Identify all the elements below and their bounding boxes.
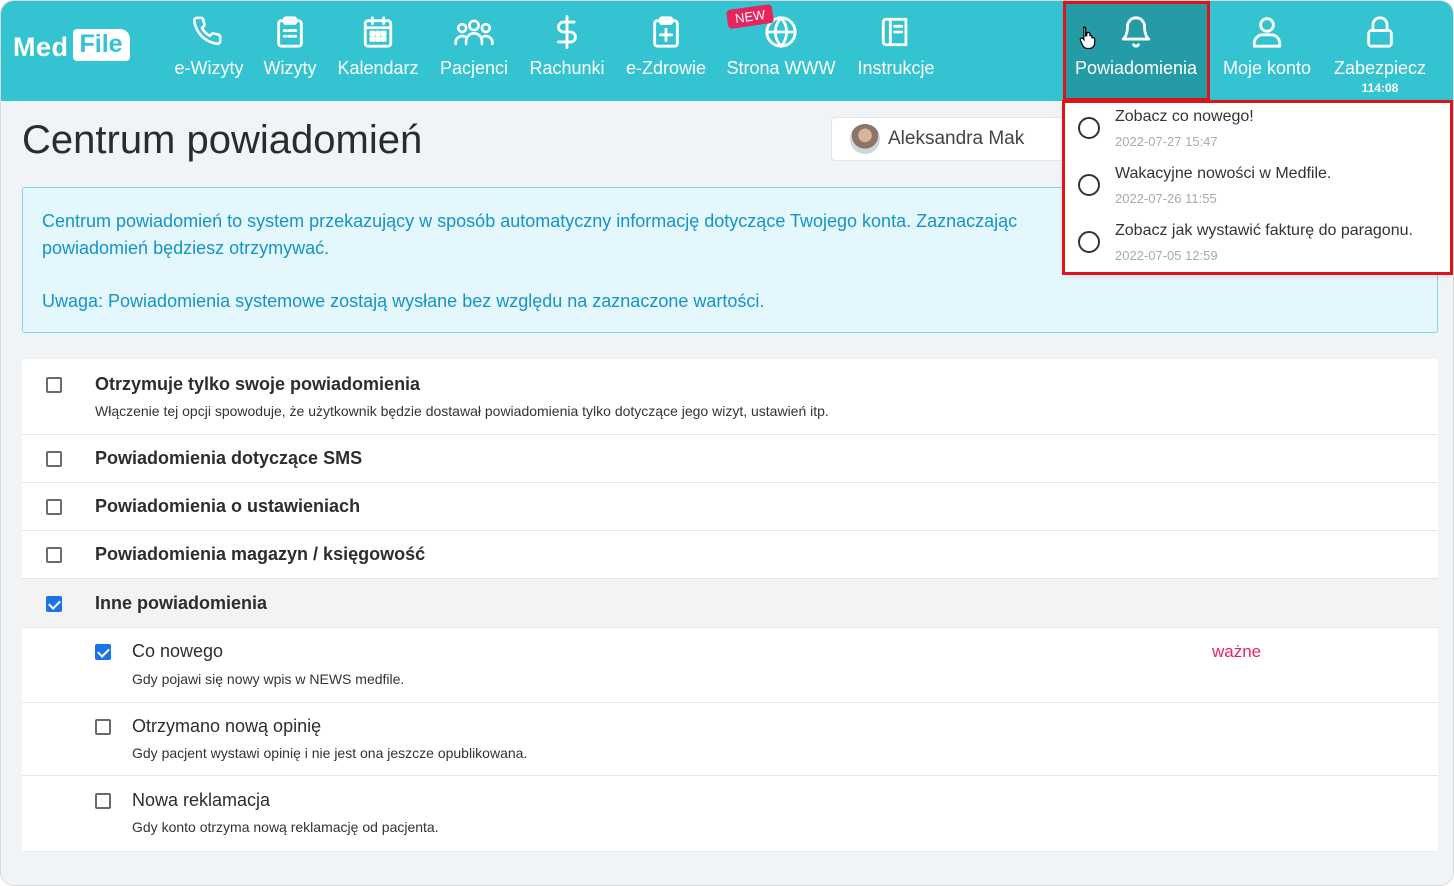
medical-clipboard-icon [649, 1, 683, 51]
setting-row: Otrzymuje tylko swoje powiadomienia Włąc… [22, 359, 1438, 435]
unread-radio-icon[interactable] [1078, 231, 1100, 253]
important-tag: ważne [1212, 642, 1262, 661]
notification-date: 2022-07-26 11:55 [1115, 191, 1217, 206]
nav-label: e-Zdrowie [625, 58, 707, 78]
setting-subrow: Nowa reklamacja Gdy konto otrzyma nową r… [22, 776, 1438, 852]
lock-icon [1363, 1, 1397, 51]
notification-settings-list: Otrzymuje tylko swoje powiadomienia Włąc… [22, 359, 1438, 852]
page-title: Centrum powiadomień [22, 118, 423, 162]
book-icon [879, 1, 913, 51]
setting-checkbox[interactable] [46, 377, 62, 393]
nav-label: Powiadomienia [1074, 58, 1198, 78]
setting-checkbox[interactable] [95, 719, 111, 735]
session-timer: 114:08 [1361, 81, 1399, 95]
setting-title: Powiadomienia magazyn / księgowość [95, 544, 426, 564]
setting-title: Nowa reklamacja [132, 790, 271, 810]
user-selector[interactable]: Aleksandra Mak [831, 117, 1091, 161]
calendar-icon [361, 1, 395, 51]
logo-text-med: Med [13, 31, 69, 62]
setting-checkbox-checked[interactable] [95, 644, 111, 660]
nav-label: Instrukcje [857, 58, 935, 78]
setting-title: Powiadomienia dotyczące SMS [95, 448, 363, 468]
avatar [850, 124, 880, 154]
nav-pacjenci[interactable]: Pacjenci [437, 1, 511, 101]
nav-kalendarz[interactable]: Kalendarz [335, 1, 421, 101]
setting-checkbox[interactable] [46, 451, 62, 467]
setting-row: Powiadomienia dotyczące SMS [22, 435, 1438, 483]
unread-radio-icon[interactable] [1078, 174, 1100, 196]
setting-subrow: Co nowego Gdy pojawi się nowy wpis w NEW… [22, 628, 1438, 703]
bell-icon [1119, 1, 1153, 51]
notification-item[interactable]: Wakacyjne nowości w Medfile. 2022-07-26 … [1064, 158, 1452, 215]
notification-title: Zobacz jak wystawić fakturę do paragonu. [1115, 222, 1413, 239]
notification-item[interactable]: Zobacz jak wystawić fakturę do paragonu.… [1064, 215, 1452, 272]
hand-cursor-icon [1078, 25, 1098, 54]
nav-label: Kalendarz [337, 58, 419, 78]
clipboard-list-icon [273, 1, 307, 51]
setting-title: Powiadomienia o ustawieniach [95, 496, 361, 516]
setting-checkbox[interactable] [46, 499, 62, 515]
notification-title: Wakacyjne nowości w Medfile. [1115, 165, 1332, 182]
phone-icon [192, 1, 226, 51]
nav-label: Rachunki [529, 58, 605, 78]
setting-row: Powiadomienia magazyn / księgowość [22, 531, 1438, 579]
nav-moje-konto[interactable]: Moje konto [1217, 1, 1317, 101]
nav-e-zdrowie[interactable]: e-Zdrowie [623, 1, 709, 101]
user-icon [1250, 1, 1284, 51]
setting-subrow: Otrzymano nową opinię Gdy pacjent wystaw… [22, 703, 1438, 776]
app-window: Med File e-Wizyty Wizyty Kalendarz Pacje… [0, 0, 1454, 886]
notifications-dropdown: Zobacz co nowego! 2022-07-27 15:47 Wakac… [1064, 101, 1452, 273]
setting-description: Włączenie tej opcji spowoduje, że użytko… [95, 403, 829, 419]
logo-text-file: File [72, 29, 130, 61]
setting-title: Otrzymuje tylko swoje powiadomienia [95, 374, 421, 394]
notification-item[interactable]: Zobacz co nowego! 2022-07-27 15:47 [1064, 101, 1452, 158]
info-warning-text: Uwaga: Powiadomienia systemowe zostają w… [42, 291, 765, 311]
nav-wizyty[interactable]: Wizyty [259, 1, 321, 101]
setting-checkbox[interactable] [46, 547, 62, 563]
nav-label: Pacjenci [439, 58, 509, 78]
setting-description: Gdy pacjent wystawi opinię i nie jest on… [132, 745, 528, 761]
notification-title: Zobacz co nowego! [1115, 108, 1254, 125]
setting-title: Inne powiadomienia [95, 593, 268, 613]
notification-date: 2022-07-05 12:59 [1115, 248, 1218, 263]
users-icon [453, 1, 495, 51]
nav-label: e-Wizyty [174, 58, 244, 78]
nav-label: Wizyty [263, 58, 317, 78]
setting-row-group: Inne powiadomienia [22, 579, 1438, 628]
setting-checkbox-checked[interactable] [46, 596, 62, 612]
nav-label: Strona WWW [726, 58, 836, 78]
nav-rachunki[interactable]: Rachunki [527, 1, 607, 101]
medfile-logo[interactable]: Med File [13, 27, 130, 67]
nav-e-wizyty[interactable]: e-Wizyty [173, 1, 245, 101]
user-name: Aleksandra Mak [888, 128, 1025, 149]
setting-title: Co nowego [132, 641, 224, 661]
unread-radio-icon[interactable] [1078, 117, 1100, 139]
setting-row: Powiadomienia o ustawieniach [22, 483, 1438, 531]
setting-description: Gdy pojawi się nowy wpis w NEWS medfile. [132, 671, 405, 687]
nav-instrukcje[interactable]: Instrukcje [853, 1, 939, 101]
notification-date: 2022-07-27 15:47 [1115, 134, 1218, 149]
top-navigation: Med File e-Wizyty Wizyty Kalendarz Pacje… [1, 1, 1453, 101]
setting-checkbox[interactable] [95, 793, 111, 809]
setting-title: Otrzymano nową opinię [132, 716, 322, 736]
dollar-icon [550, 1, 584, 51]
nav-zabezpiecz[interactable]: Zabezpiecz 114:08 [1327, 1, 1433, 101]
nav-label: Moje konto [1222, 58, 1312, 78]
nav-label: Zabezpiecz [1333, 58, 1427, 78]
setting-description: Gdy konto otrzyma nową reklamację od pac… [132, 819, 439, 835]
